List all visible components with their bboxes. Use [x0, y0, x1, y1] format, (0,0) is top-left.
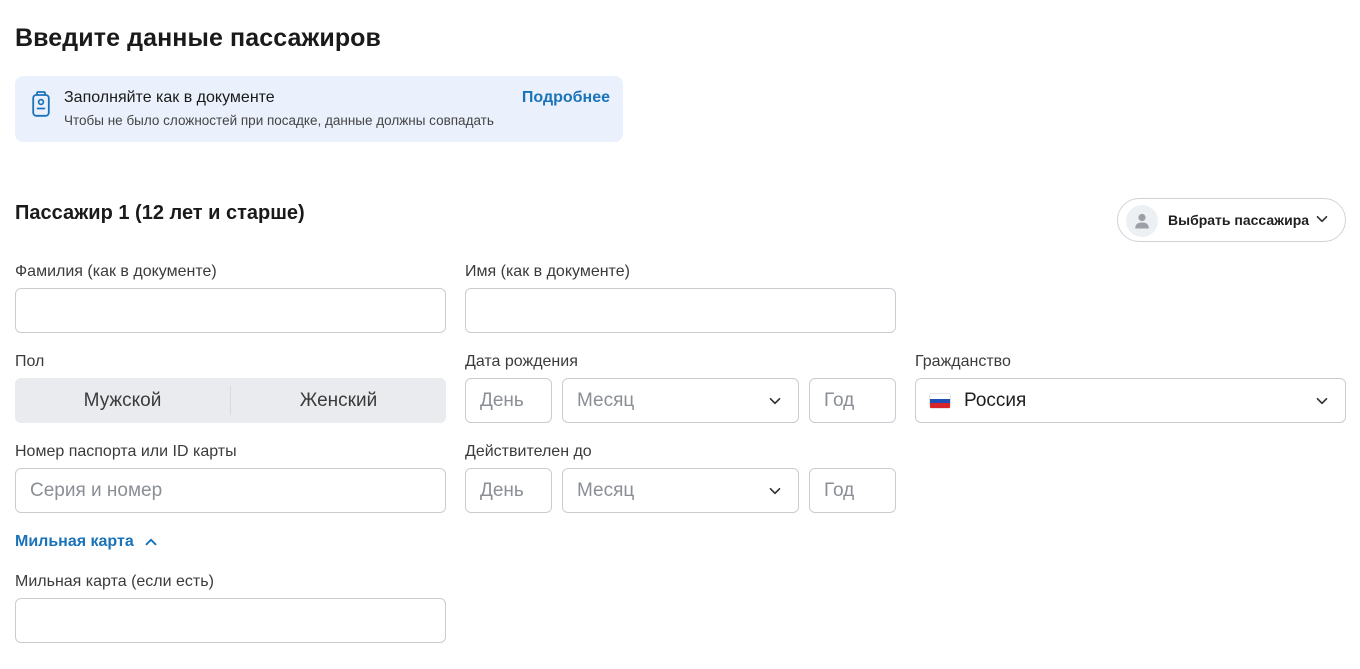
citizenship-value: Россия [964, 390, 1027, 411]
chevron-up-icon [145, 538, 157, 546]
birth-month-select[interactable]: Месяц [562, 378, 799, 423]
miles-card-input[interactable] [15, 598, 446, 643]
valid-month-placeholder: Месяц [577, 480, 635, 501]
citizenship-label: Гражданство [915, 353, 1011, 370]
birth-date-label: Дата рождения [465, 353, 578, 370]
select-passenger-label: Выбрать пассажира [1168, 212, 1310, 228]
user-icon [1135, 213, 1149, 229]
chevron-down-icon [769, 487, 781, 495]
valid-year-input[interactable] [809, 468, 896, 513]
birth-year-input[interactable] [809, 378, 896, 423]
passport-number-input[interactable] [15, 468, 446, 513]
birth-month-placeholder: Месяц [577, 390, 635, 411]
name-label: Имя (как в документе) [465, 263, 630, 280]
gender-female-option[interactable]: Женский [231, 378, 446, 423]
notice-subtitle: Чтобы не было сложностей при посадке, да… [64, 113, 494, 128]
chevron-down-icon [1316, 215, 1328, 223]
birth-day-input[interactable] [465, 378, 552, 423]
gender-toggle: Мужской Женский [15, 378, 446, 423]
document-notice: Заполняйте как в документе Чтобы не было… [15, 76, 623, 142]
passport-icon [32, 91, 50, 117]
passenger-title: Пассажир 1 (12 лет и старше) [15, 202, 305, 224]
miles-card-label: Мильная карта (если есть) [15, 573, 214, 590]
chevron-down-icon [769, 397, 781, 405]
miles-card-toggle[interactable]: Мильная карта [15, 533, 158, 551]
surname-input[interactable] [15, 288, 446, 333]
notice-title: Заполняйте как в документе [64, 89, 275, 106]
valid-day-input[interactable] [465, 468, 552, 513]
gender-male-option[interactable]: Мужской [15, 378, 230, 423]
name-input[interactable] [465, 288, 896, 333]
valid-until-label: Действителен до [465, 443, 592, 460]
surname-label: Фамилия (как в документе) [15, 263, 217, 280]
passport-label: Номер паспорта или ID карты [15, 443, 237, 460]
select-passenger-button[interactable]: Выбрать пассажира [1117, 198, 1346, 242]
page-title: Введите данные пассажиров [15, 24, 382, 52]
ru-flag-icon [930, 394, 950, 408]
more-info-link[interactable]: Подробнее [522, 89, 610, 107]
chevron-down-icon [1316, 397, 1328, 405]
citizenship-select[interactable]: Россия [915, 378, 1346, 423]
avatar [1126, 205, 1158, 237]
miles-card-toggle-label: Мильная карта [15, 533, 134, 550]
gender-label: Пол [15, 353, 45, 370]
valid-month-select[interactable]: Месяц [562, 468, 799, 513]
